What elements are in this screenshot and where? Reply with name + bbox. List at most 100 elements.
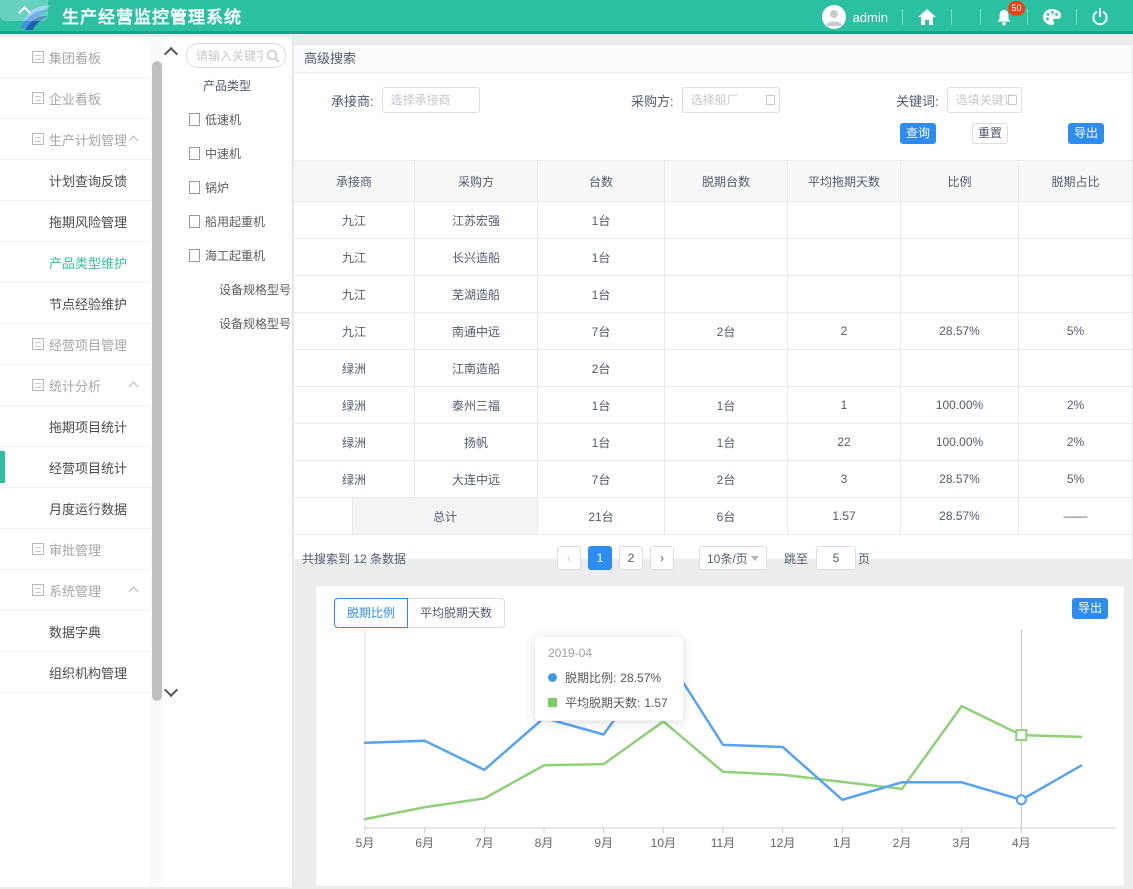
x-axis-label: 6月 [412, 836, 438, 851]
sidebar-item[interactable]: 经营项目管理 [0, 324, 150, 365]
table-cell [901, 239, 1019, 275]
x-axis-label: 9月 [591, 836, 617, 851]
menu-button[interactable] [952, 0, 980, 34]
menu-item-icon [32, 133, 44, 145]
table-cell: 100.00% [901, 387, 1019, 423]
user-menu[interactable]: admin [808, 0, 902, 34]
sidebar-item[interactable]: 拖期项目统计 [0, 406, 150, 447]
table-cell: 100.00% [901, 424, 1019, 460]
table-cell: 1.57 [788, 498, 901, 534]
sidebar-item-label: 组织机构管理 [49, 663, 127, 682]
table-cell: 7台 [538, 313, 665, 349]
column-header: 脱期占比 [1019, 161, 1132, 201]
x-axis-label: 5月 [352, 836, 378, 851]
table-cell: 22 [788, 424, 901, 460]
scroll-up-icon[interactable] [164, 47, 178, 61]
tab-delay-ratio[interactable]: 脱期比例 [334, 598, 408, 628]
chart-export-button[interactable]: 导出 [1072, 598, 1108, 619]
next-page-button[interactable]: › [650, 546, 674, 570]
table-row: 九江芜湖造船1台 [294, 276, 1132, 313]
sidebar-item[interactable]: 数据字典 [0, 611, 150, 652]
trend-chart-area[interactable]: 5月6月7月8月9月10月11月12月1月2月3月4月 2019-04 脱期比例… [316, 586, 1124, 886]
notifications-button[interactable]: 50 [981, 0, 1027, 34]
column-header: 采购方 [415, 161, 538, 201]
x-axis-label: 8月 [531, 836, 557, 851]
series-square-icon [548, 698, 557, 707]
sidebar-item[interactable]: 节点经验维护 [0, 283, 150, 324]
chevron-up-icon [129, 136, 139, 146]
table-cell [901, 276, 1019, 312]
tree-item[interactable]: 锅炉 [181, 170, 292, 204]
total-label: 总计 [353, 498, 538, 534]
tree-item[interactable]: 设备规格型号 [181, 272, 292, 306]
tooltip-series1-label: 脱期比例: [565, 669, 616, 686]
sidebar-item-label: 企业看板 [49, 89, 101, 108]
menu-item-icon [32, 584, 44, 596]
sidebar-item[interactable]: 集团看板 [0, 37, 150, 78]
series-dot-icon [548, 673, 557, 682]
table-row: 绿洲江南造船2台 [294, 350, 1132, 387]
tree-item-label: 设备规格型号 [219, 281, 291, 298]
table-cell: 21台 [538, 498, 665, 534]
sidebar-scroll-arrows [163, 37, 181, 887]
sidebar-item[interactable]: 系统管理 [0, 570, 150, 611]
query-button[interactable]: 查询 [900, 123, 936, 144]
table-cell: 1台 [538, 276, 665, 312]
checkbox-placeholder-icon [189, 249, 200, 262]
result-table: 承接商采购方台数脱期台数平均拖期天数比例脱期占比 九江江苏宏强1台九江长兴造船1… [294, 160, 1132, 535]
sidebar-item[interactable]: 企业看板 [0, 78, 150, 119]
table-cell: 1台 [538, 239, 665, 275]
scrollbar-thumb[interactable] [152, 61, 162, 701]
tree-item-label: 锅炉 [205, 179, 229, 196]
page-button[interactable]: 2 [619, 546, 643, 570]
page-size-select[interactable]: 10条/页 [699, 546, 767, 570]
sidebar-item[interactable]: 产品类型维护 [0, 242, 150, 283]
table-cell: 1台 [538, 202, 665, 238]
jump-page-input[interactable] [816, 546, 856, 570]
sidebar-item[interactable]: 组织机构管理 [0, 652, 150, 693]
contractor-input[interactable] [382, 87, 480, 113]
sidebar-item-label: 月度运行数据 [49, 499, 127, 518]
main-content: 高级搜索 承接商: 采购方: 关键词: [293, 36, 1133, 887]
theme-button[interactable] [1028, 0, 1076, 34]
table-cell: 江苏宏强 [415, 202, 538, 238]
table-cell: 6台 [665, 498, 788, 534]
table-cell: 九江 [294, 239, 415, 275]
sidebar-item-label: 集团看板 [49, 48, 101, 67]
search-result-panel: 高级搜索 承接商: 采购方: 关键词: [293, 44, 1133, 560]
sidebar-item[interactable]: 统计分析 [0, 365, 150, 406]
tree-item-label: 设备规格型号 [219, 315, 291, 332]
page-button[interactable]: 1 [588, 546, 612, 570]
checkbox-placeholder-icon [189, 113, 200, 126]
sidebar-item[interactable]: 计划查询反馈 [0, 160, 150, 201]
table-cell: 2 [788, 313, 901, 349]
x-axis-label: 12月 [770, 836, 796, 851]
tree-item-label: 低速机 [205, 111, 241, 128]
logout-button[interactable] [1077, 0, 1123, 34]
tooltip-title: 2019-04 [548, 646, 670, 660]
tree-item[interactable]: 低速机 [181, 102, 292, 136]
tooltip-series2-value: 1.57 [644, 696, 667, 710]
column-header: 比例 [901, 161, 1019, 201]
reset-button[interactable]: 重置 [972, 123, 1008, 144]
tree-item[interactable]: 设备规格型号 [181, 306, 292, 340]
sidebar-item[interactable]: 生产计划管理 [0, 119, 150, 160]
sidebar-item[interactable]: 月度运行数据 [0, 488, 150, 529]
tree-item[interactable]: 海工起重机 [181, 238, 292, 272]
tree-item[interactable]: 产品类型 [181, 68, 292, 102]
filter-buttons: 查询 重置 导出 [294, 123, 1132, 144]
export-button[interactable]: 导出 [1068, 123, 1104, 144]
table-cell [1019, 239, 1132, 275]
sidebar-item[interactable]: 拖期风险管理 [0, 201, 150, 242]
advanced-search-title: 高级搜索 [294, 45, 1132, 73]
sidebar-collapse-button[interactable] [0, 0, 48, 21]
tree-item[interactable]: 船用起重机 [181, 204, 292, 238]
tree-item[interactable]: 中速机 [181, 136, 292, 170]
home-button[interactable] [903, 0, 951, 34]
tab-average-delay-days[interactable]: 平均脱期天数 [408, 598, 505, 628]
sidebar-scrollbar[interactable] [150, 37, 163, 887]
sidebar-item[interactable]: 经营项目统计 [0, 447, 150, 488]
prev-page-button[interactable]: ‹ [557, 546, 581, 570]
sidebar-item[interactable]: 审批管理 [0, 529, 150, 570]
scroll-down-icon[interactable] [164, 683, 178, 697]
